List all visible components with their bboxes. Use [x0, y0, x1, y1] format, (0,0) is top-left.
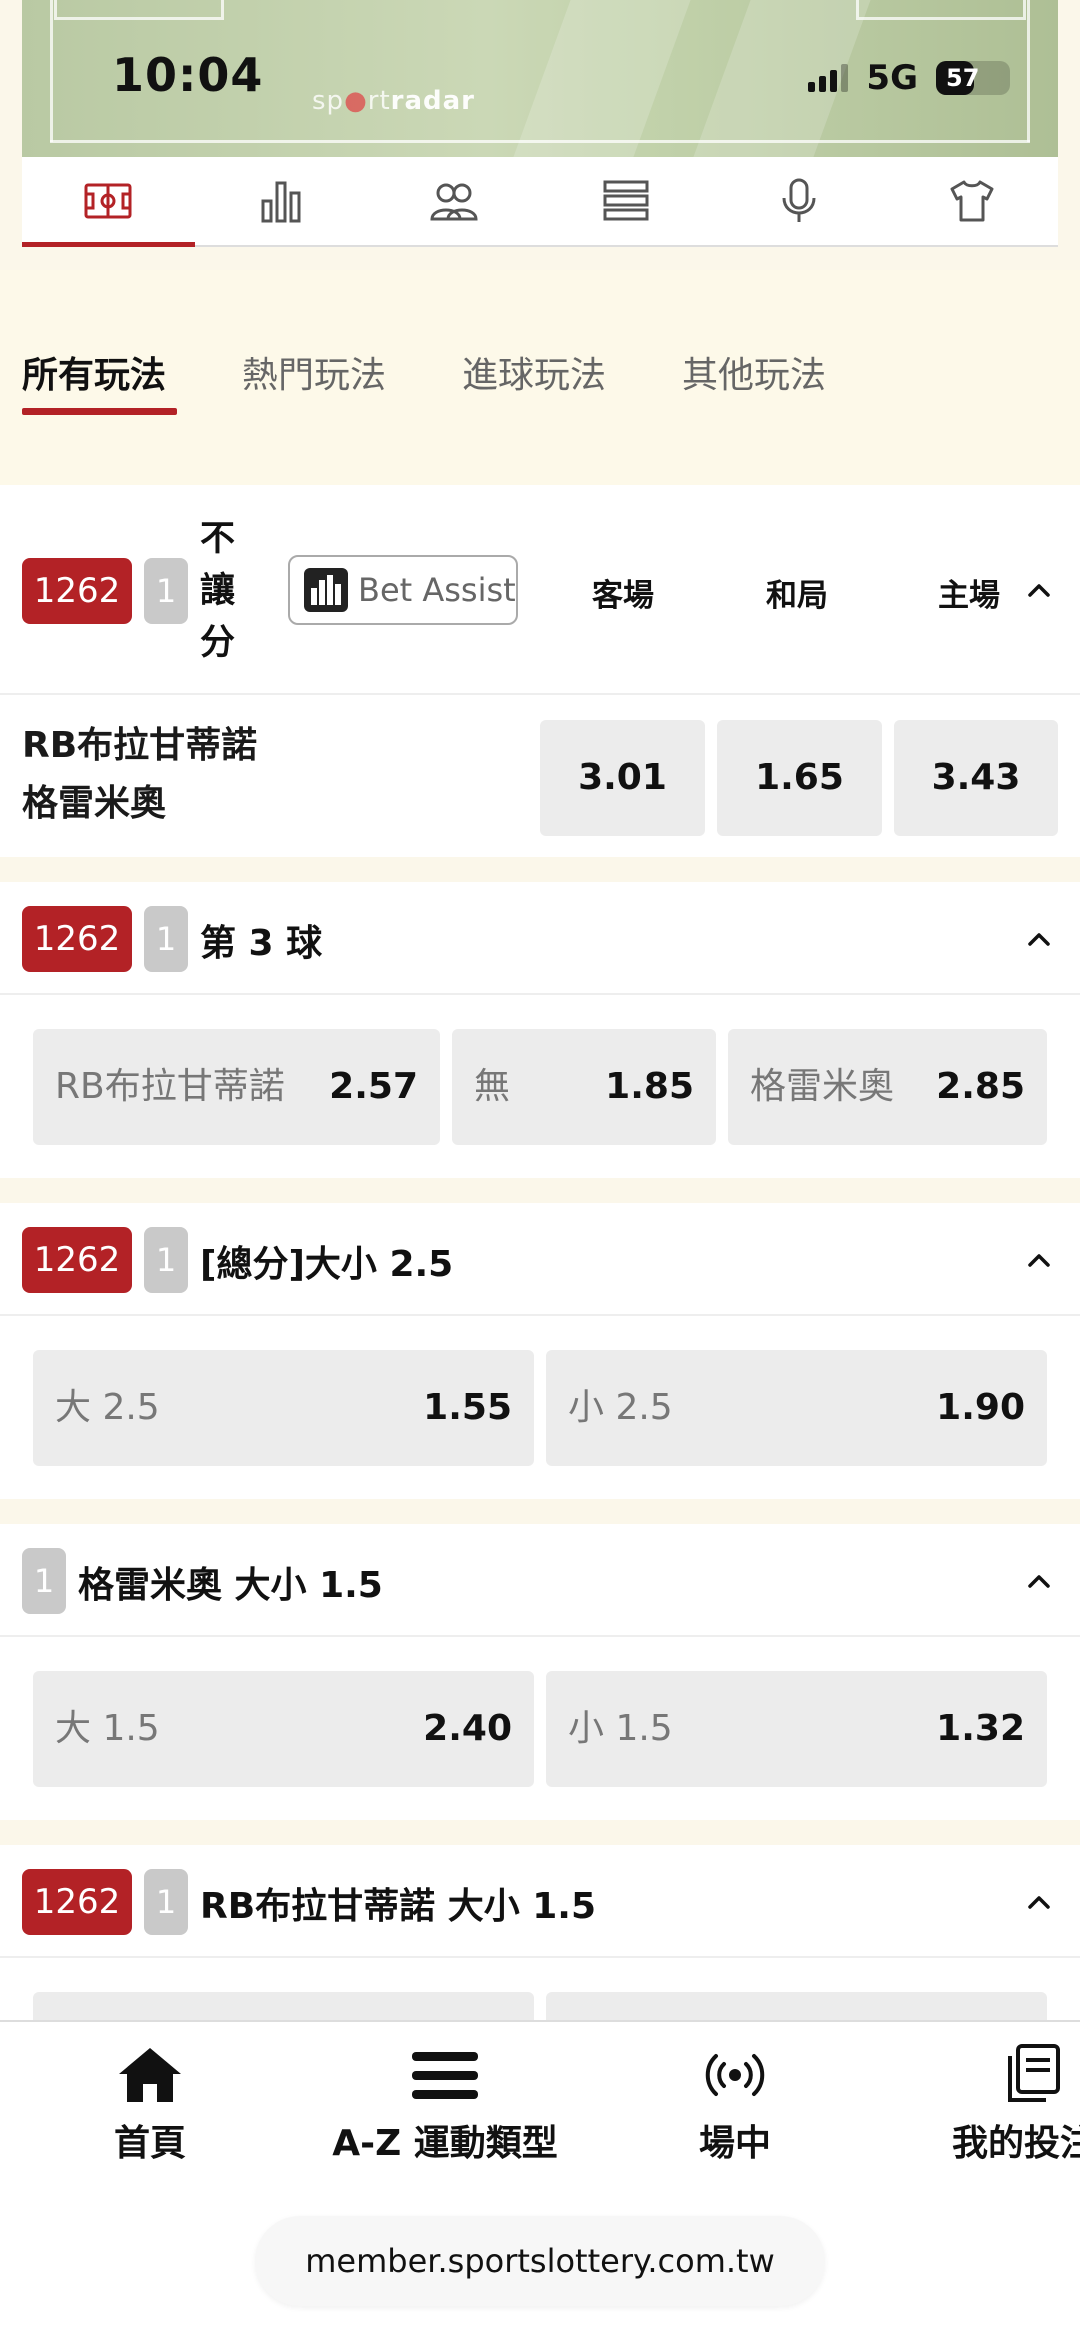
status-time: 10:04: [112, 48, 264, 102]
standings-icon: [603, 180, 649, 221]
market-card-away-total-1-5: 1262 1 RB布拉甘蒂諾 大小 1.5: [0, 1845, 1080, 2108]
market-id-badge: 1262: [22, 1869, 132, 1935]
battery-icon: 57: [936, 61, 1010, 95]
tab-stats[interactable]: [195, 157, 368, 245]
market-id-badge: 1262: [22, 906, 132, 972]
jersey-icon: [950, 180, 994, 222]
market-card-total-2-5: 1262 1 [總分]大小 2.5 大 2.5 1.55 小 2.5 1.90: [0, 1203, 1080, 1499]
sportradar-watermark: sp●rtradar: [312, 86, 475, 116]
status-indicators: 5G 57: [808, 58, 1010, 98]
menu-icon: [412, 2052, 478, 2099]
market-title: RB布拉甘蒂諾 大小 1.5: [200, 1886, 597, 1927]
network-type: 5G: [866, 58, 918, 98]
odds-option-button[interactable]: 無 1.85: [452, 1029, 716, 1145]
market-index-badge: 1: [144, 558, 188, 624]
bet-category-tabs: 所有玩法 熱門玩法 進球玩法 其他玩法: [0, 270, 1080, 485]
nav-my-bets[interactable]: 我的投注: [950, 2044, 1080, 2166]
odds-draw-button[interactable]: 1.65: [717, 720, 882, 836]
market-index-badge: 1: [144, 906, 188, 972]
odds-option-button[interactable]: RB布拉甘蒂諾 2.57: [33, 1029, 440, 1145]
match-teams: RB布拉甘蒂諾 格雷米奧: [22, 717, 257, 833]
penalty-box-left: [54, 0, 224, 20]
tab-commentary[interactable]: [713, 157, 886, 245]
my-bets-icon: [1008, 2044, 1060, 2102]
market-index-badge: 1: [144, 1869, 188, 1935]
bet-assist-label: Bet Assist: [358, 571, 516, 609]
chevron-up-icon[interactable]: [1024, 924, 1054, 954]
penalty-box-right: [856, 0, 1026, 20]
column-home: 主場: [938, 578, 1000, 614]
field-icon: [84, 183, 132, 219]
nav-live[interactable]: 場中: [675, 2044, 795, 2166]
odds-under-button[interactable]: 小 1.5 1.32: [546, 1671, 1047, 1787]
microphone-icon: [782, 178, 816, 222]
tab-goal-markets[interactable]: 進球玩法: [462, 346, 606, 398]
market-title: [總分]大小 2.5: [200, 1244, 454, 1285]
live-icon: [705, 2054, 765, 2096]
odds-over-button[interactable]: 大 2.5 1.55: [33, 1350, 534, 1466]
market-id-badge: 1262: [22, 1227, 132, 1293]
bet-assist-button[interactable]: Bet Assist: [288, 555, 518, 625]
tab-standings[interactable]: [540, 157, 713, 245]
chevron-up-icon[interactable]: [1024, 575, 1054, 605]
away-team-name: RB布拉甘蒂諾: [22, 725, 258, 766]
market-index-badge: 1: [144, 1227, 188, 1293]
chevron-up-icon[interactable]: [1024, 1566, 1054, 1596]
home-team-name: 格雷米奧: [22, 783, 167, 824]
home-icon: [119, 2048, 181, 2102]
nav-sports-az[interactable]: A-Z 運動類型: [325, 2044, 565, 2166]
market-card-third-goal: 1262 1 第 3 球 RB布拉甘蒂諾 2.57 無 1.85 格雷米奧 2.85: [0, 882, 1080, 1178]
chevron-up-icon[interactable]: [1024, 1245, 1054, 1275]
bet-assist-icon: [304, 568, 348, 612]
tab-lineup[interactable]: [367, 157, 540, 245]
odds-under-button[interactable]: 小 2.5 1.90: [546, 1350, 1047, 1466]
goal-line-left: [50, 0, 53, 142]
market-card-moneyline: 1262 1 不 讓 分 RB布拉甘蒂諾 格雷米奧 3.01 1.65 3.43: [0, 485, 1080, 857]
market-title: 格雷米奧 大小 1.5: [78, 1565, 383, 1606]
signal-icon: [808, 64, 849, 92]
market-card-home-total-1-5: 1 格雷米奧 大小 1.5 大 1.5 2.40 小 1.5 1.32: [0, 1524, 1080, 1820]
match-info-tabs: [22, 157, 1058, 247]
tab-other-markets[interactable]: 其他玩法: [682, 346, 826, 398]
tab-all-markets[interactable]: 所有玩法: [22, 346, 166, 398]
browser-url-bar[interactable]: member.sportslottery.com.tw: [255, 2216, 825, 2306]
market-index-badge: 1: [22, 1548, 66, 1614]
market-title: 不 讓 分: [200, 519, 236, 663]
column-draw: 和局: [766, 578, 828, 614]
nav-home[interactable]: 首頁: [90, 2044, 210, 2166]
bar-chart-icon: [261, 181, 301, 223]
lineup-icon: [430, 183, 478, 221]
active-tab-indicator: [22, 408, 177, 415]
odds-home-button[interactable]: 3.43: [894, 720, 1058, 836]
goal-line-right: [1027, 0, 1030, 142]
chevron-up-icon[interactable]: [1024, 1887, 1054, 1917]
url-text: member.sportslottery.com.tw: [305, 2242, 775, 2280]
field-stripe: [513, 0, 691, 157]
touch-line: [50, 140, 1030, 143]
market-id-badge: 1262: [22, 558, 132, 624]
tab-field[interactable]: [22, 157, 195, 247]
column-away: 客場: [592, 578, 654, 614]
market-title: 第 3 球: [200, 923, 323, 964]
battery-level: 57: [946, 64, 980, 92]
odds-over-button[interactable]: 大 1.5 2.40: [33, 1671, 534, 1787]
tab-team[interactable]: [885, 157, 1058, 245]
tab-popular-markets[interactable]: 熱門玩法: [242, 346, 386, 398]
odds-away-button[interactable]: 3.01: [540, 720, 705, 836]
odds-option-button[interactable]: 格雷米奧 2.85: [728, 1029, 1047, 1145]
